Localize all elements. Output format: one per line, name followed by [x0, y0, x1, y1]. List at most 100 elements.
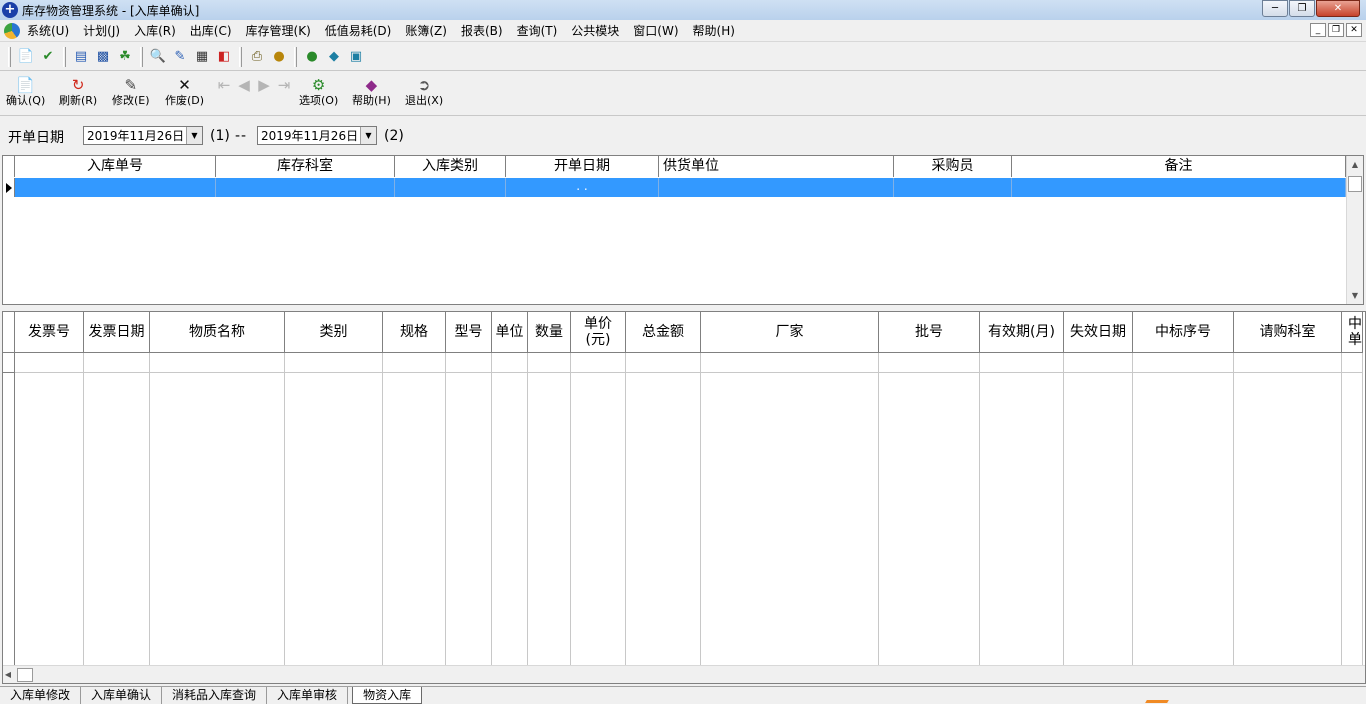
options-button[interactable]: ⚙ 选项(O)	[299, 76, 338, 108]
col-material-name[interactable]: 物质名称	[150, 312, 285, 352]
col-truncated[interactable]: 中 单	[1342, 312, 1363, 352]
grid-column[interactable]	[879, 353, 980, 666]
col-batch-no[interactable]: 批号	[879, 312, 980, 352]
mdi-minimize-button[interactable]: _	[1310, 23, 1326, 37]
report-icon[interactable]: ▤	[71, 47, 91, 67]
grid-column[interactable]	[383, 353, 446, 666]
col-invoice-no[interactable]: 发票号	[15, 312, 84, 352]
close-button[interactable]: ✕	[1316, 0, 1360, 17]
export-icon[interactable]: ◧	[214, 47, 234, 67]
tab-receipt-audit[interactable]: 入库单审核	[267, 687, 349, 704]
grid-column[interactable]	[150, 353, 285, 666]
scroll-thumb[interactable]	[17, 667, 33, 682]
menu-inventory[interactable]: 库存管理(K)	[239, 20, 318, 42]
grid-column[interactable]	[492, 353, 528, 666]
tab-consumables-query[interactable]: 消耗品入库查询	[162, 687, 268, 704]
grid-column[interactable]	[571, 353, 626, 666]
check-document-icon[interactable]: ✔	[38, 47, 58, 67]
scroll-thumb[interactable]	[1348, 176, 1362, 192]
table-row[interactable]: . .	[3, 178, 1346, 197]
master-vertical-scrollbar[interactable]: ▲ ▼	[1346, 156, 1363, 304]
next-record-button[interactable]: ▶	[254, 76, 274, 94]
menu-common[interactable]: 公共模块	[564, 20, 626, 42]
exit-button[interactable]: ➲ 退出(X)	[405, 76, 443, 108]
menu-inbound[interactable]: 入库(R)	[127, 20, 183, 42]
grid-column[interactable]	[980, 353, 1064, 666]
col-model[interactable]: 型号	[446, 312, 492, 352]
minimize-button[interactable]: ─	[1262, 0, 1288, 17]
thermometer-icon[interactable]: ●	[269, 47, 289, 67]
first-record-button[interactable]: ⇤	[214, 76, 234, 94]
grid-column[interactable]	[1234, 353, 1342, 666]
grid-column[interactable]	[626, 353, 701, 666]
app-logo-icon[interactable]	[4, 22, 20, 39]
grid-column[interactable]	[285, 353, 383, 666]
cell-issue-date[interactable]: . .	[506, 178, 659, 197]
menu-reports[interactable]: 报表(B)	[454, 20, 510, 42]
menu-window[interactable]: 窗口(W)	[626, 20, 685, 42]
cell-receipt-no[interactable]	[15, 178, 216, 197]
refresh-button[interactable]: ↻ 刷新(R)	[59, 76, 97, 108]
books-icon[interactable]: ◆	[324, 47, 344, 67]
col-purchaser[interactable]: 采购员	[894, 156, 1012, 177]
menu-ledger[interactable]: 账簿(Z)	[398, 20, 454, 42]
col-remarks[interactable]: 备注	[1012, 156, 1346, 177]
col-total-amount[interactable]: 总金额	[626, 312, 701, 352]
scroll-down-icon[interactable]: ▼	[1347, 287, 1363, 304]
printer-icon[interactable]: ⎙	[247, 47, 267, 67]
calculator-icon[interactable]: ▦	[192, 47, 212, 67]
cell-remarks[interactable]	[1012, 178, 1346, 197]
col-receipt-no[interactable]: 入库单号	[15, 156, 216, 177]
menu-plan[interactable]: 计划(J)	[76, 20, 127, 42]
cell-warehouse-dept[interactable]	[216, 178, 395, 197]
col-specification[interactable]: 规格	[383, 312, 446, 352]
help-button[interactable]: ◆ 帮助(H)	[352, 76, 391, 108]
chevron-down-icon[interactable]: ▼	[186, 127, 202, 144]
detail-horizontal-scrollbar[interactable]: ◀	[3, 665, 1365, 683]
scroll-left-icon[interactable]: ◀	[3, 666, 13, 683]
last-record-button[interactable]: ⇥	[274, 76, 294, 94]
col-supplier[interactable]: 供货单位	[659, 156, 894, 177]
col-unit-price[interactable]: 单价 (元)	[571, 312, 626, 352]
menu-consumables[interactable]: 低值易耗(D)	[318, 20, 399, 42]
grid-column[interactable]	[446, 353, 492, 666]
col-invoice-date[interactable]: 发票日期	[84, 312, 150, 352]
scroll-up-icon[interactable]: ▲	[1347, 156, 1363, 173]
prev-record-button[interactable]: ◀	[234, 76, 254, 94]
grid-column[interactable]	[701, 353, 879, 666]
cell-purchaser[interactable]	[894, 178, 1012, 197]
tab-material-inbound[interactable]: 物资入库	[352, 687, 423, 704]
menu-system[interactable]: 系统(U)	[20, 20, 76, 42]
grid-column[interactable]	[528, 353, 571, 666]
cell-receipt-type[interactable]	[395, 178, 506, 197]
col-expiry-date[interactable]: 失效日期	[1064, 312, 1133, 352]
modify-button[interactable]: ✎ 修改(E)	[112, 76, 150, 108]
col-quantity[interactable]: 数量	[528, 312, 571, 352]
grid-column[interactable]	[84, 353, 150, 666]
col-issue-date[interactable]: 开单日期	[506, 156, 659, 177]
confirm-button[interactable]: 📄 确认(Q)	[6, 76, 45, 108]
col-unit[interactable]: 单位	[492, 312, 528, 352]
col-shelf-life[interactable]: 有效期(月)	[980, 312, 1064, 352]
edit-form-icon[interactable]: ✎	[170, 47, 190, 67]
void-button[interactable]: ✕ 作废(D)	[165, 76, 204, 108]
mdi-restore-button[interactable]: ❐	[1328, 23, 1344, 37]
tab-receipt-modify[interactable]: 入库单修改	[0, 687, 82, 704]
cell-supplier[interactable]	[659, 178, 894, 197]
col-category[interactable]: 类别	[285, 312, 383, 352]
document-icon[interactable]: 📄	[16, 47, 36, 67]
grid-column[interactable]	[1064, 353, 1133, 666]
col-requesting-dept[interactable]: 请购科室	[1234, 312, 1342, 352]
start-date-picker[interactable]: 2019年11月26日 ▼	[83, 126, 203, 145]
search-icon[interactable]: 🔍	[148, 47, 168, 67]
col-warehouse-dept[interactable]: 库存科室	[216, 156, 395, 177]
chevron-down-icon[interactable]: ▼	[360, 127, 376, 144]
book-icon[interactable]: ▩	[93, 47, 113, 67]
calendar-icon[interactable]: ▣	[346, 47, 366, 67]
grid-column[interactable]	[15, 353, 84, 666]
menu-help[interactable]: 帮助(H)	[686, 20, 742, 42]
menu-query[interactable]: 查询(T)	[510, 20, 565, 42]
restore-button[interactable]: ❐	[1289, 0, 1315, 17]
tree-icon[interactable]: ☘	[115, 47, 135, 67]
tab-receipt-confirm[interactable]: 入库单确认	[81, 687, 163, 704]
